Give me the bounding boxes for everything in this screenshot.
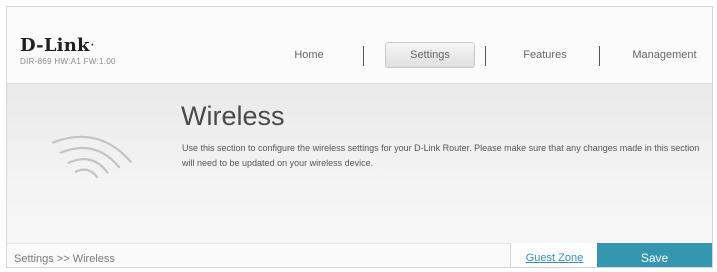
nav-home[interactable]: Home [279,40,339,70]
nav-separator [363,46,364,66]
page-title: Wireless [181,101,285,131]
page-banner: Wireless Use this section to configure t… [7,83,712,248]
wifi-icon [43,122,139,191]
router-page: D-Link· DIR-869 HW:A1 FW:1.00 Home Setti… [6,6,713,268]
nav-features[interactable]: Features [509,40,581,70]
breadcrumb: Settings >> Wireless [14,253,115,265]
main-nav: Home Settings Features Management [7,40,712,70]
action-bar: Settings >> Wireless Guest Zone Save [7,243,712,267]
nav-separator [485,46,486,66]
guest-zone-link[interactable]: Guest Zone [510,243,598,267]
save-button[interactable]: Save [597,243,712,267]
page-description: Use this section to configure the wirele… [182,143,700,168]
header: D-Link· DIR-869 HW:A1 FW:1.00 Home Setti… [7,7,712,83]
nav-management[interactable]: Management [617,40,712,70]
nav-separator [599,46,600,66]
nav-settings[interactable]: Settings [385,42,475,68]
